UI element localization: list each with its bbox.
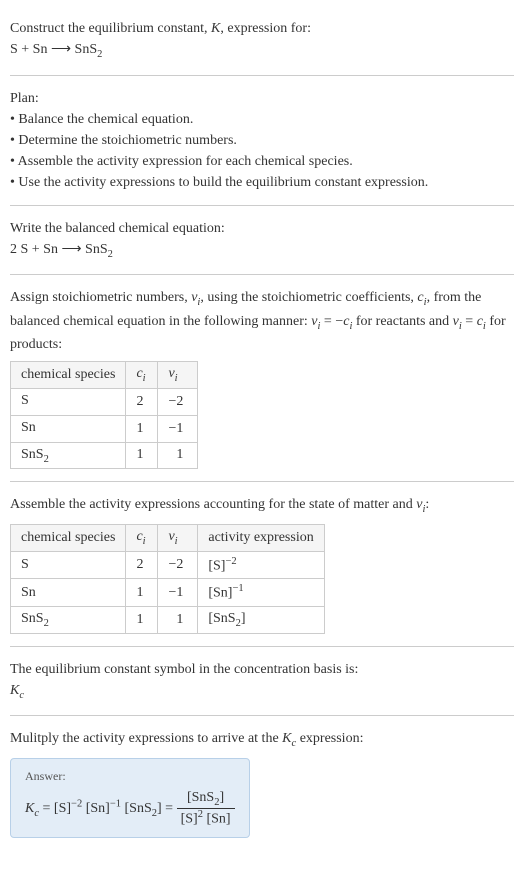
K-sub: c (19, 690, 24, 701)
table-row: SnS2 1 1 (11, 442, 198, 469)
cell-nu: −1 (158, 579, 198, 607)
plan-section: Plan: • Balance the chemical equation. •… (10, 80, 514, 201)
cell-c: 2 (126, 551, 158, 579)
cell-c: 1 (126, 607, 158, 634)
table-header-row: chemical species ci νi activity expressi… (11, 524, 325, 551)
table-row: Sn 1 −1 (11, 415, 198, 442)
equation-text: S + Sn ⟶ SnS (10, 42, 97, 57)
cell-c: 1 (126, 415, 158, 442)
cell-nu: −2 (158, 551, 198, 579)
cell-species: Sn (11, 579, 126, 607)
question-header: Construct the equilibrium constant, K, e… (10, 10, 514, 71)
stoich-intro-2: , using the stoichiometric coefficients, (200, 290, 417, 305)
cell-expr: [Sn]−1 (198, 579, 324, 607)
cell-species: S (11, 551, 126, 579)
cell-nu: 1 (158, 607, 198, 634)
table-header-row: chemical species ci νi (11, 362, 198, 389)
answer-term2: [Sn] (82, 801, 110, 816)
col-nu: νi (158, 524, 198, 551)
answer-term3: [SnS (121, 801, 152, 816)
cell-expr: [S]−2 (198, 551, 324, 579)
multiply-text-1: Mulitply the activity expressions to arr… (10, 731, 282, 746)
symbol-value: Kc (10, 680, 514, 704)
title-K: K (211, 21, 220, 36)
rel2-eq: = (462, 314, 477, 329)
col-species: chemical species (11, 524, 126, 551)
table-row: SnS2 1 1 [SnS2] (11, 607, 325, 634)
answer-fraction: [SnS2] [S]2 [Sn] (177, 790, 235, 827)
answer-K: K (25, 801, 34, 816)
cell-nu: 1 (158, 442, 198, 469)
cell-nu: −1 (158, 415, 198, 442)
multiply-text-2: expression: (296, 731, 363, 746)
title-text-1: Construct the equilibrium constant, (10, 21, 211, 36)
stoich-section: Assign stoichiometric numbers, νi , using… (10, 279, 514, 477)
plan-bullet-3: • Assemble the activity expression for e… (10, 151, 514, 172)
cell-c: 1 (126, 442, 158, 469)
cell-nu: −2 (158, 388, 198, 415)
col-c: ci (126, 362, 158, 389)
answer-box: Answer: Kc = [S]−2 [Sn]−1 [SnS2] = [SnS2… (10, 758, 250, 838)
activity-intro-1: Assemble the activity expressions accoun… (10, 497, 416, 512)
divider (10, 75, 514, 76)
activity-intro: Assemble the activity expressions accoun… (10, 494, 514, 518)
cell-species: SnS2 (11, 607, 126, 634)
col-nu: νi (158, 362, 198, 389)
fraction-numerator: [SnS2] (177, 790, 235, 809)
plan-bullet-1: • Balance the chemical equation. (10, 109, 514, 130)
fraction-denominator: [S]2 [Sn] (177, 809, 235, 828)
divider (10, 205, 514, 206)
answer-label: Answer: (25, 769, 235, 784)
activity-intro-2: : (425, 497, 429, 512)
col-c: ci (126, 524, 158, 551)
plan-heading: Plan: (10, 88, 514, 109)
question-equation: S + Sn ⟶ SnS2 (10, 39, 514, 63)
plan-bullet-4: • Use the activity expressions to build … (10, 172, 514, 193)
col-species: chemical species (11, 362, 126, 389)
divider (10, 481, 514, 482)
answer-term3-close: ] = (157, 801, 177, 816)
col-expr: activity expression (198, 524, 324, 551)
stoich-table: chemical species ci νi S 2 −2 Sn 1 −1 Sn… (10, 361, 198, 469)
balanced-intro: Write the balanced chemical equation: (10, 218, 514, 239)
table-row: Sn 1 −1 [Sn]−1 (11, 579, 325, 607)
balanced-eq-text: 2 S + Sn ⟶ SnS (10, 242, 108, 257)
balanced-section: Write the balanced chemical equation: 2 … (10, 210, 514, 271)
cell-species: SnS2 (11, 442, 126, 469)
balanced-eq-sub: 2 (108, 248, 113, 259)
cell-c: 2 (126, 388, 158, 415)
multiply-intro: Mulitply the activity expressions to arr… (10, 728, 514, 752)
multiply-section: Mulitply the activity expressions to arr… (10, 720, 514, 846)
cell-c: 1 (126, 579, 158, 607)
balanced-equation: 2 S + Sn ⟶ SnS2 (10, 239, 514, 263)
cell-species: Sn (11, 415, 126, 442)
K-symbol: K (10, 683, 19, 698)
activity-table: chemical species ci νi activity expressi… (10, 524, 325, 634)
multiply-K: K (282, 731, 291, 746)
cell-species: S (11, 388, 126, 415)
plan-bullet-2: • Determine the stoichiometric numbers. (10, 130, 514, 151)
answer-term1: [S] (54, 801, 71, 816)
answer-term1-sup: −2 (71, 798, 82, 809)
stoich-intro: Assign stoichiometric numbers, νi, using… (10, 287, 514, 355)
equation-sub: 2 (97, 49, 102, 60)
question-title: Construct the equilibrium constant, K, e… (10, 18, 514, 39)
rel1-eq: = − (320, 314, 343, 329)
answer-eq: = (39, 801, 54, 816)
table-row: S 2 −2 (11, 388, 198, 415)
title-text-2: , expression for: (220, 21, 311, 36)
activity-section: Assemble the activity expressions accoun… (10, 486, 514, 641)
answer-term2-sup: −1 (110, 798, 121, 809)
divider (10, 715, 514, 716)
divider (10, 646, 514, 647)
divider (10, 274, 514, 275)
table-row: S 2 −2 [S]−2 (11, 551, 325, 579)
cell-expr: [SnS2] (198, 607, 324, 634)
answer-expression: Kc = [S]−2 [Sn]−1 [SnS2] = [SnS2] [S]2 [… (25, 790, 235, 827)
stoich-intro-1: Assign stoichiometric numbers, (10, 290, 191, 305)
symbol-section: The equilibrium constant symbol in the c… (10, 651, 514, 712)
stoich-intro-4: for reactants and (352, 314, 452, 329)
symbol-intro: The equilibrium constant symbol in the c… (10, 659, 514, 680)
